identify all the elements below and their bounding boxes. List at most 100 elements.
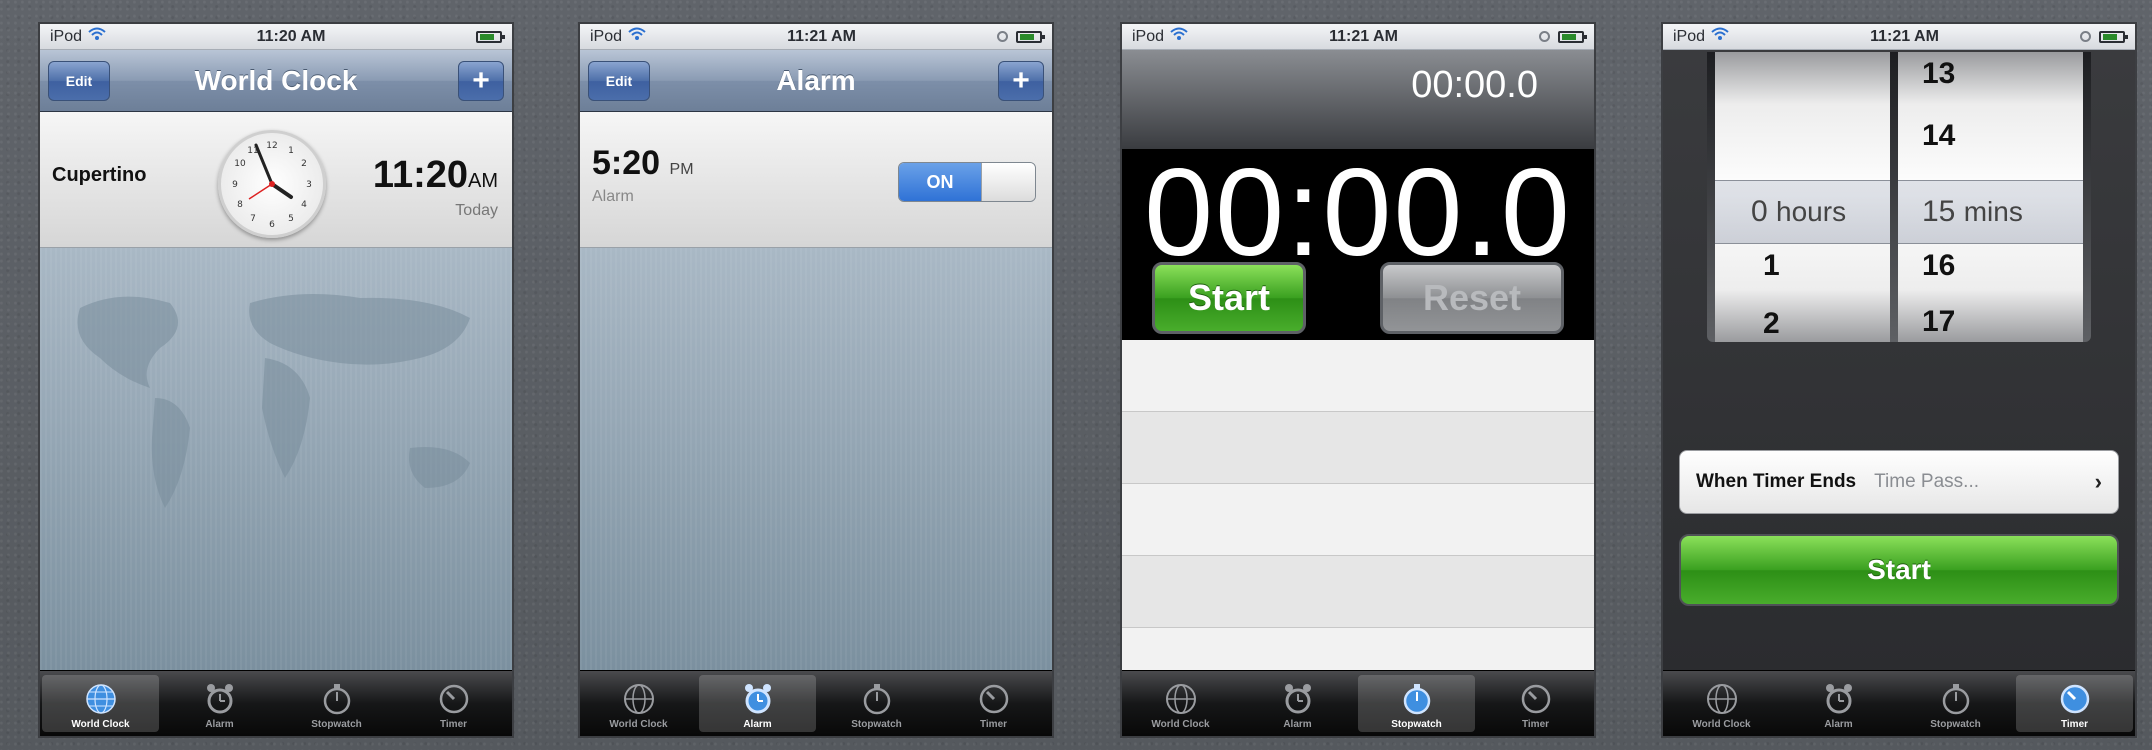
nav-bar: Alarm Edit +	[580, 50, 1052, 112]
svg-text:2: 2	[301, 159, 307, 169]
picker-item: 16	[1922, 249, 1956, 282]
list-item	[1122, 484, 1594, 556]
tab-timer[interactable]: Timer	[395, 671, 512, 736]
alarm-label: Alarm	[592, 188, 634, 205]
tab-label: World Clock	[1151, 719, 1210, 730]
toggle-knob	[981, 163, 1035, 201]
mins-unit: mins	[1963, 196, 2023, 227]
status-time: 11:20 AM	[256, 27, 326, 45]
countdown-picker[interactable]: 0 hours 1 2 13 14 15 mins 16 17	[1707, 52, 2091, 342]
add-button[interactable]: +	[998, 60, 1044, 101]
alarm-status-icon	[1539, 31, 1550, 42]
alarm-clock-icon	[206, 684, 233, 714]
tab-world-clock[interactable]: World Clock	[1122, 671, 1239, 736]
picker-item: 14	[1922, 119, 1956, 152]
city-clock-row[interactable]: Cupertino 12 1 2 3 4567 8 9 10 11 11:20AM Toda…	[40, 112, 512, 248]
alarm-clock-icon	[1284, 684, 1311, 714]
minutes-wheel[interactable]: 13 14 15 mins 16 17	[1898, 52, 2083, 342]
stopwatch-icon	[1403, 684, 1430, 715]
start-button[interactable]: Start	[1679, 534, 2119, 606]
tab-stopwatch[interactable]: Stopwatch	[278, 671, 395, 736]
battery-icon	[2099, 30, 2128, 43]
tab-bar: World Clock Alarm Stopwatch Timer	[1663, 670, 2135, 736]
hours-wheel[interactable]: 0 hours 1 2	[1715, 52, 1890, 342]
tab-label: Timer	[1521, 719, 1550, 730]
tab-alarm[interactable]: Alarm	[1780, 671, 1897, 736]
tab-label: Timer	[439, 719, 468, 730]
wifi-icon	[1170, 27, 1188, 46]
globe-icon	[1706, 684, 1737, 714]
timer-icon	[439, 684, 468, 714]
hours-value: 0	[1751, 195, 1768, 228]
list-item	[1122, 412, 1594, 484]
tab-alarm[interactable]: Alarm	[161, 671, 278, 736]
start-button[interactable]: Start	[1152, 262, 1306, 334]
alarm-screen: iPod 11:21 AM Alarm Edit + 5:20 PM Alarm…	[580, 24, 1052, 736]
alarm-toggle[interactable]: ON	[898, 162, 1036, 202]
tab-label: World Clock	[1692, 719, 1751, 730]
globe-icon	[1165, 684, 1196, 714]
carrier-label: iPod	[1673, 27, 1706, 45]
picker-item	[1715, 94, 1890, 158]
svg-text:10: 10	[234, 159, 246, 169]
edit-button[interactable]: Edit	[588, 60, 650, 101]
tab-stopwatch[interactable]: Stopwatch	[1897, 671, 2014, 736]
tab-world-clock[interactable]: World Clock	[580, 671, 697, 736]
svg-text:9: 9	[232, 180, 238, 190]
tab-world-clock[interactable]: World Clock	[42, 675, 159, 732]
timer-screen: iPod 11:21 AM 0 hours 1 2 13 14 15 mins	[1663, 24, 2135, 736]
tab-label: Alarm	[1824, 719, 1853, 730]
carrier-label: iPod	[50, 27, 83, 45]
svg-text:3: 3	[306, 180, 312, 190]
mins-value: 15	[1922, 195, 1956, 228]
tab-alarm[interactable]: Alarm	[1239, 671, 1356, 736]
status-bar: iPod 11:21 AM	[1663, 24, 2135, 50]
tab-label: Stopwatch	[851, 719, 902, 730]
tab-label: Alarm	[743, 719, 772, 730]
tab-label: World Clock	[71, 719, 130, 730]
when-timer-ends-value: Time Pass...	[1874, 471, 1979, 492]
svg-text:5: 5	[288, 214, 294, 224]
picker-item: 1	[1763, 249, 1780, 282]
city-time: 11:20AM	[373, 154, 498, 197]
ampm-label: PM	[669, 161, 694, 178]
battery-icon	[1558, 30, 1587, 43]
picker-item: 2	[1763, 307, 1780, 340]
when-timer-ends-label: When Timer Ends	[1696, 471, 1857, 492]
battery-icon	[476, 30, 505, 43]
globe-icon	[623, 684, 654, 714]
timer-icon	[979, 684, 1008, 714]
tab-label: Stopwatch	[311, 719, 362, 730]
alarm-row[interactable]: 5:20 PM Alarm ON	[580, 112, 1052, 248]
tab-timer[interactable]: Timer	[2016, 675, 2133, 732]
nav-bar: World Clock Edit +	[40, 50, 512, 112]
tab-label: Alarm	[1283, 719, 1312, 730]
timer-icon	[2060, 684, 2089, 714]
edit-button[interactable]: Edit	[48, 60, 110, 101]
lap-list	[1122, 340, 1594, 700]
list-item	[1122, 556, 1594, 628]
picker-item: 17	[1922, 305, 1956, 338]
tab-label: World Clock	[609, 719, 668, 730]
when-timer-ends-row[interactable]: When Timer Ends Time Pass... ›	[1679, 450, 2119, 514]
world-clock-screen: iPod 11:20 AM World Clock Edit + Cuperti…	[40, 24, 512, 736]
add-button[interactable]: +	[458, 60, 504, 101]
reset-button[interactable]: Reset	[1380, 262, 1564, 334]
tab-label: Timer	[2060, 719, 2089, 730]
world-map-background	[40, 248, 512, 670]
lap-time: 00:00.0	[1411, 64, 1538, 106]
battery-icon	[1016, 30, 1045, 43]
city-name: Cupertino	[52, 164, 147, 186]
page-title: Alarm	[776, 64, 856, 96]
svg-text:8: 8	[237, 200, 243, 210]
tab-stopwatch[interactable]: Stopwatch	[818, 671, 935, 736]
globe-icon	[85, 684, 116, 714]
tab-stopwatch[interactable]: Stopwatch	[1358, 675, 1475, 732]
tab-timer[interactable]: Timer	[1477, 671, 1594, 736]
tab-timer[interactable]: Timer	[935, 671, 1052, 736]
status-bar: iPod 11:21 AM	[580, 24, 1052, 50]
list-item	[1122, 340, 1594, 412]
tab-alarm[interactable]: Alarm	[699, 675, 816, 732]
tab-world-clock[interactable]: World Clock	[1663, 671, 1780, 736]
carrier-label: iPod	[1132, 27, 1165, 45]
